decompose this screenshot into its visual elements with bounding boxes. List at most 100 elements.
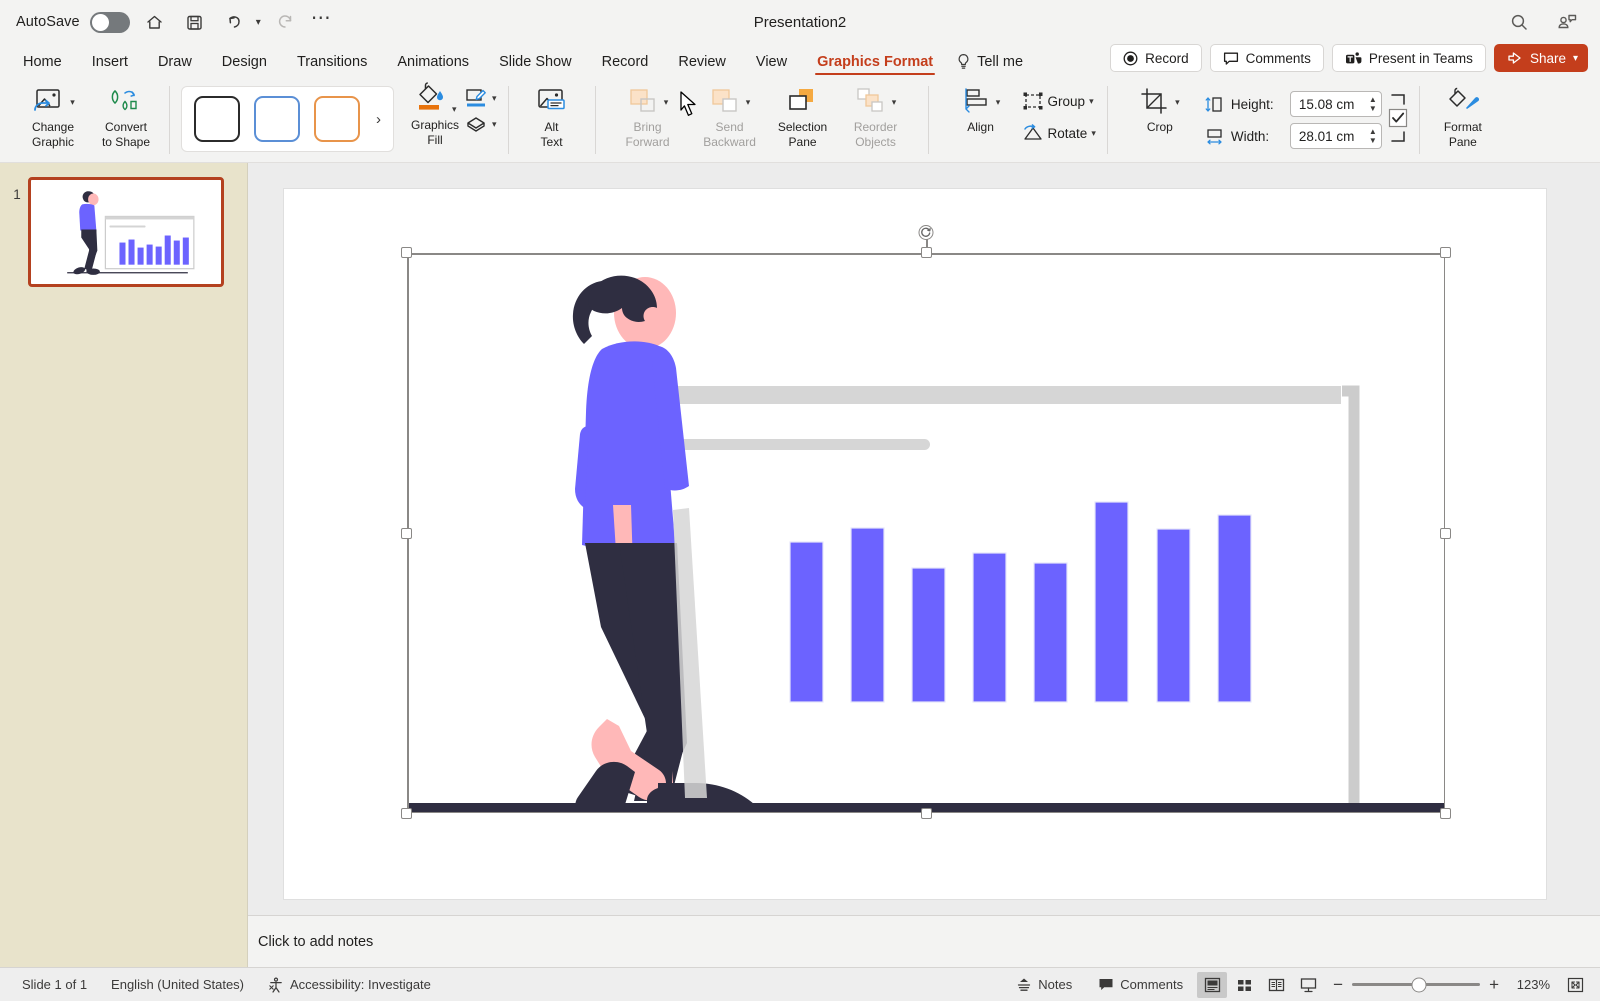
search-icon[interactable] (1504, 7, 1534, 37)
handle-bottom-left[interactable] (401, 808, 412, 819)
tab-home[interactable]: Home (8, 54, 77, 77)
bring-forward-button[interactable]: ▾ Bring Forward (607, 81, 689, 149)
height-row: Height: ▲▼ (1205, 91, 1382, 117)
more-commands-icon[interactable]: ⋯ (311, 13, 332, 31)
slide-show-view-button[interactable] (1293, 972, 1323, 998)
handle-top-left[interactable] (401, 247, 412, 258)
presence-icon[interactable] (1552, 7, 1582, 37)
reading-view-button[interactable] (1261, 972, 1291, 998)
graphics-fill-label-line2: Fill (427, 134, 442, 147)
status-bar-right: Notes Comments − (1004, 972, 1590, 998)
width-spinner-arrows[interactable]: ▲▼ (1369, 128, 1377, 145)
handle-bottom-right[interactable] (1440, 808, 1451, 819)
save-icon[interactable] (180, 7, 210, 37)
crop-button[interactable]: ▾ Crop (1119, 81, 1201, 134)
accessibility-status[interactable]: Accessibility: Investigate (256, 977, 443, 993)
language-label[interactable]: English (United States) (99, 977, 256, 992)
crop-chevron-down-icon[interactable]: ▾ (1175, 97, 1180, 108)
editing-area: Click to add notes (248, 163, 1600, 967)
align-chevron-down-icon[interactable]: ▾ (996, 97, 1001, 108)
ribbon-group-align: ▾ Align Group ▾ (934, 77, 1102, 162)
normal-view-button[interactable] (1197, 972, 1227, 998)
zoom-slider-thumb[interactable] (1411, 977, 1426, 992)
slide-canvas[interactable] (284, 189, 1546, 899)
change-graphic-button[interactable]: ▾ Change Graphic (12, 81, 94, 149)
autosave-toggle[interactable] (90, 12, 130, 33)
width-spinner[interactable]: ▲▼ (1290, 123, 1382, 149)
align-button[interactable]: ▾ Align (940, 81, 1022, 134)
undo-icon[interactable] (220, 7, 250, 37)
group-button[interactable]: Group ▾ (1022, 91, 1096, 111)
record-icon (1123, 51, 1138, 66)
rotate-chevron-down-icon[interactable]: ▾ (1091, 128, 1096, 139)
graphics-outline-button[interactable]: ▾ (464, 87, 497, 109)
notes-pane[interactable]: Click to add notes (248, 915, 1600, 967)
undo-dropdown-chevron-icon[interactable]: ▾ (256, 17, 261, 28)
height-input[interactable] (1299, 97, 1369, 112)
ribbon-group-arrange: ▾ Bring Forward ▾ Send Backward (601, 77, 923, 162)
graphics-effects-chevron-down-icon[interactable]: ▾ (492, 119, 497, 130)
height-spinner[interactable]: ▲▼ (1290, 91, 1382, 117)
reorder-objects-button[interactable]: ▾ Reorder Objects (835, 81, 917, 149)
alt-text-button[interactable]: Alt Text (520, 81, 584, 149)
gallery-more-chevron-right-icon[interactable]: › (374, 111, 381, 128)
zoom-slider[interactable] (1352, 983, 1480, 986)
record-button[interactable]: Record (1110, 44, 1202, 72)
handle-bottom-center[interactable] (921, 808, 932, 819)
tab-animations[interactable]: Animations (382, 54, 484, 77)
rotation-handle[interactable] (919, 225, 934, 240)
graphics-style-black[interactable] (194, 96, 240, 142)
handle-middle-left[interactable] (401, 528, 412, 539)
present-in-teams-button[interactable]: Present in Teams (1332, 44, 1486, 72)
group-chevron-down-icon[interactable]: ▾ (1089, 96, 1094, 107)
tab-transitions[interactable]: Transitions (282, 54, 382, 77)
zoom-percentage[interactable]: 123% (1508, 977, 1550, 992)
share-chevron-down-icon[interactable]: ▾ (1573, 53, 1578, 64)
present-in-teams-label: Present in Teams (1369, 51, 1473, 66)
share-button[interactable]: Share ▾ (1494, 44, 1588, 72)
graphics-fill-button[interactable]: ▾ Graphics Fill (406, 81, 464, 147)
graphics-style-blue[interactable] (254, 96, 300, 142)
tab-design[interactable]: Design (207, 54, 282, 77)
width-input[interactable] (1299, 129, 1369, 144)
tab-insert[interactable]: Insert (77, 54, 143, 77)
height-spinner-arrows[interactable]: ▲▼ (1369, 96, 1377, 113)
handle-top-right[interactable] (1440, 247, 1451, 258)
rotate-button[interactable]: Rotate ▾ (1022, 123, 1096, 143)
selection-pane-button[interactable]: Selection Pane (771, 81, 835, 149)
comments-status-button[interactable]: Comments (1086, 977, 1195, 992)
handle-top-center[interactable] (921, 247, 932, 258)
alt-text-label-line2: Text (541, 136, 563, 149)
reorder-objects-chevron-down-icon[interactable]: ▾ (892, 97, 897, 108)
tab-view[interactable]: View (741, 54, 802, 77)
tell-me-button[interactable]: Tell me (948, 53, 1033, 77)
graphics-effects-button[interactable]: ▾ (464, 114, 497, 134)
slide-thumbnail-1[interactable] (28, 177, 224, 287)
zoom-out-button[interactable]: − (1333, 978, 1343, 992)
notes-button[interactable]: Notes (1004, 977, 1084, 992)
bring-forward-chevron-down-icon[interactable]: ▾ (664, 97, 669, 108)
change-graphic-chevron-down-icon[interactable]: ▾ (70, 97, 75, 108)
comments-button[interactable]: Comments (1210, 44, 1324, 72)
convert-to-shape-label-line1: Convert (105, 121, 147, 134)
tab-graphics-format[interactable]: Graphics Format (802, 54, 948, 77)
tab-review[interactable]: Review (663, 54, 741, 77)
zoom-in-button[interactable]: + (1489, 978, 1499, 992)
graphics-outline-chevron-down-icon[interactable]: ▾ (492, 93, 497, 104)
send-backward-chevron-down-icon[interactable]: ▾ (746, 97, 751, 108)
graphics-style-orange[interactable] (314, 96, 360, 142)
convert-to-shape-button[interactable]: Convert to Shape (94, 81, 158, 149)
home-icon[interactable] (140, 7, 170, 37)
redo-icon[interactable] (271, 7, 301, 37)
tab-slide-show[interactable]: Slide Show (484, 54, 587, 77)
fit-to-window-button[interactable] (1560, 972, 1590, 998)
graphics-fill-chevron-down-icon[interactable]: ▾ (452, 104, 457, 114)
handle-middle-right[interactable] (1440, 528, 1451, 539)
send-backward-button[interactable]: ▾ Send Backward (689, 81, 771, 149)
tab-record[interactable]: Record (587, 54, 664, 77)
slide-sorter-view-button[interactable] (1229, 972, 1259, 998)
lock-aspect-checkbox[interactable] (1388, 108, 1408, 128)
tab-draw[interactable]: Draw (143, 54, 207, 77)
format-pane-button[interactable]: Format Pane (1431, 81, 1495, 149)
ribbon-right-actions: Record Comments Present in Teams Share ▾ (1110, 44, 1600, 77)
